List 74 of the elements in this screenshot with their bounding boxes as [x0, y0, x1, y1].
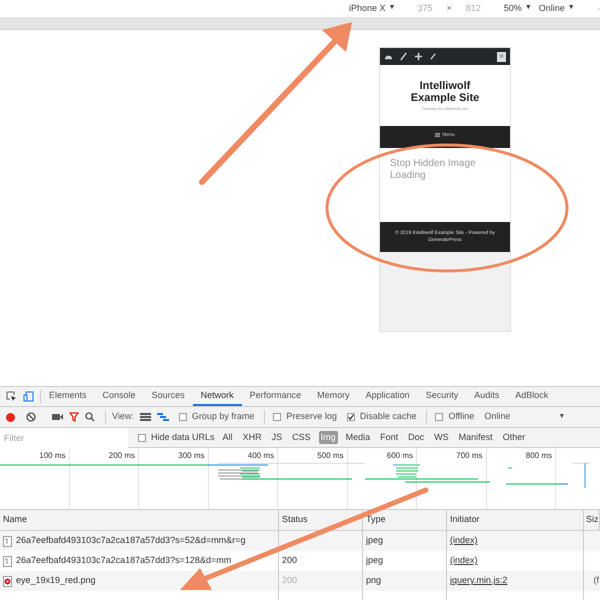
column-header[interactable]: Name — [3, 513, 28, 527]
type-filter[interactable]: Font — [378, 430, 400, 444]
devtools-tab[interactable]: Sources — [144, 387, 193, 406]
checkbox-label: Hide data URLs — [151, 430, 215, 444]
checkbox[interactable] — [178, 413, 187, 421]
inspect-icon[interactable] — [6, 391, 17, 402]
file-icon — [3, 536, 12, 546]
type-filter[interactable]: Manifest — [456, 430, 495, 444]
search-icon[interactable] — [85, 412, 95, 422]
filter-field[interactable]: Filter — [0, 428, 128, 448]
device-toggle-icon[interactable] — [23, 391, 34, 402]
time-tick: 200 ms — [108, 451, 135, 460]
devtools-tab[interactable]: Elements — [41, 387, 95, 406]
type-filter[interactable]: Doc — [406, 430, 426, 444]
type-filter[interactable]: Media — [344, 430, 372, 444]
column-header[interactable]: Status — [282, 513, 308, 527]
devtools-tab[interactable]: AdBlock — [507, 387, 556, 406]
initiator-link[interactable]: (index) — [450, 534, 478, 548]
plus-icon — [414, 52, 423, 61]
time-tick: 700 ms — [456, 451, 482, 460]
times-sign: × — [446, 2, 452, 15]
file-type: jpeg — [366, 534, 384, 548]
initiator-link[interactable]: (index) — [450, 554, 478, 568]
column-header[interactable]: Siz — [586, 513, 599, 527]
devtools-tab[interactable]: Security — [418, 387, 466, 406]
file-type: jpeg — [366, 554, 384, 568]
type-filter[interactable]: CSS — [290, 430, 313, 444]
time-tick: 100 ms — [39, 451, 66, 460]
checkbox[interactable] — [435, 413, 444, 421]
checkbox[interactable] — [138, 434, 146, 442]
type-filter[interactable]: WS — [432, 430, 451, 444]
file-name[interactable]: 26a7eefbafd493103c7a2ca187a57dd3?s=128&d=mm — [16, 554, 232, 568]
checkbox-label: Preserve log — [286, 410, 337, 424]
devtools-tab[interactable]: Memory — [309, 387, 358, 406]
checkbox-label: Offline — [448, 410, 474, 424]
status-code: 200 — [282, 574, 298, 588]
hamburger-icon — [435, 133, 440, 137]
record-icon[interactable] — [5, 412, 16, 422]
type-filter[interactable]: All — [220, 430, 235, 444]
type-filter[interactable]: Other — [500, 430, 528, 444]
clear-icon[interactable] — [26, 412, 36, 422]
time-tick: 800 ms — [526, 451, 552, 460]
time-tick: 500 ms — [317, 451, 344, 460]
checkbox-label: Group by frame — [192, 410, 254, 424]
list-view-icon[interactable] — [140, 413, 151, 421]
column-header[interactable]: Type — [366, 513, 386, 527]
status-code: 200 — [282, 554, 298, 568]
devtools-tab[interactable]: Application — [358, 387, 418, 406]
initiator-link[interactable]: jquery.min.js:2 — [450, 574, 508, 588]
page-heading: Stop Hidden Image Loading — [390, 158, 477, 182]
site-title: Intelliwolf Example Site — [410, 80, 480, 104]
checkbox[interactable] — [346, 413, 355, 421]
file-size: (f — [594, 574, 599, 588]
camera-icon[interactable] — [52, 413, 63, 421]
time-tick: 400 ms — [248, 451, 274, 460]
checkbox[interactable] — [273, 413, 282, 421]
view-label: View: — [105, 410, 134, 424]
avatar-icon — [497, 52, 506, 62]
file-name[interactable]: 26a7eefbafd493103c7a2ca187a57dd3?s=52&d=mm&r=g — [16, 534, 246, 548]
file-type: png — [366, 574, 382, 588]
time-tick: 300 ms — [178, 451, 204, 460]
time-tick: 600 ms — [386, 451, 413, 460]
type-filter[interactable]: XHR — [240, 430, 264, 444]
file-icon — [3, 556, 12, 566]
devtools-tab[interactable]: Performance — [242, 387, 310, 406]
devtools-tab[interactable]: Console — [94, 387, 144, 406]
column-header[interactable]: Initiator — [450, 513, 480, 527]
filter-icon[interactable] — [69, 412, 79, 422]
file-name[interactable]: eye_19x19_red.png — [16, 574, 96, 588]
waterfall-view-icon[interactable] — [156, 413, 169, 421]
eye-file-icon — [3, 576, 12, 586]
checkbox-label: Disable cache — [360, 410, 416, 424]
type-filter[interactable]: JS — [270, 430, 284, 444]
devtools-tab[interactable]: Audits — [466, 387, 508, 406]
